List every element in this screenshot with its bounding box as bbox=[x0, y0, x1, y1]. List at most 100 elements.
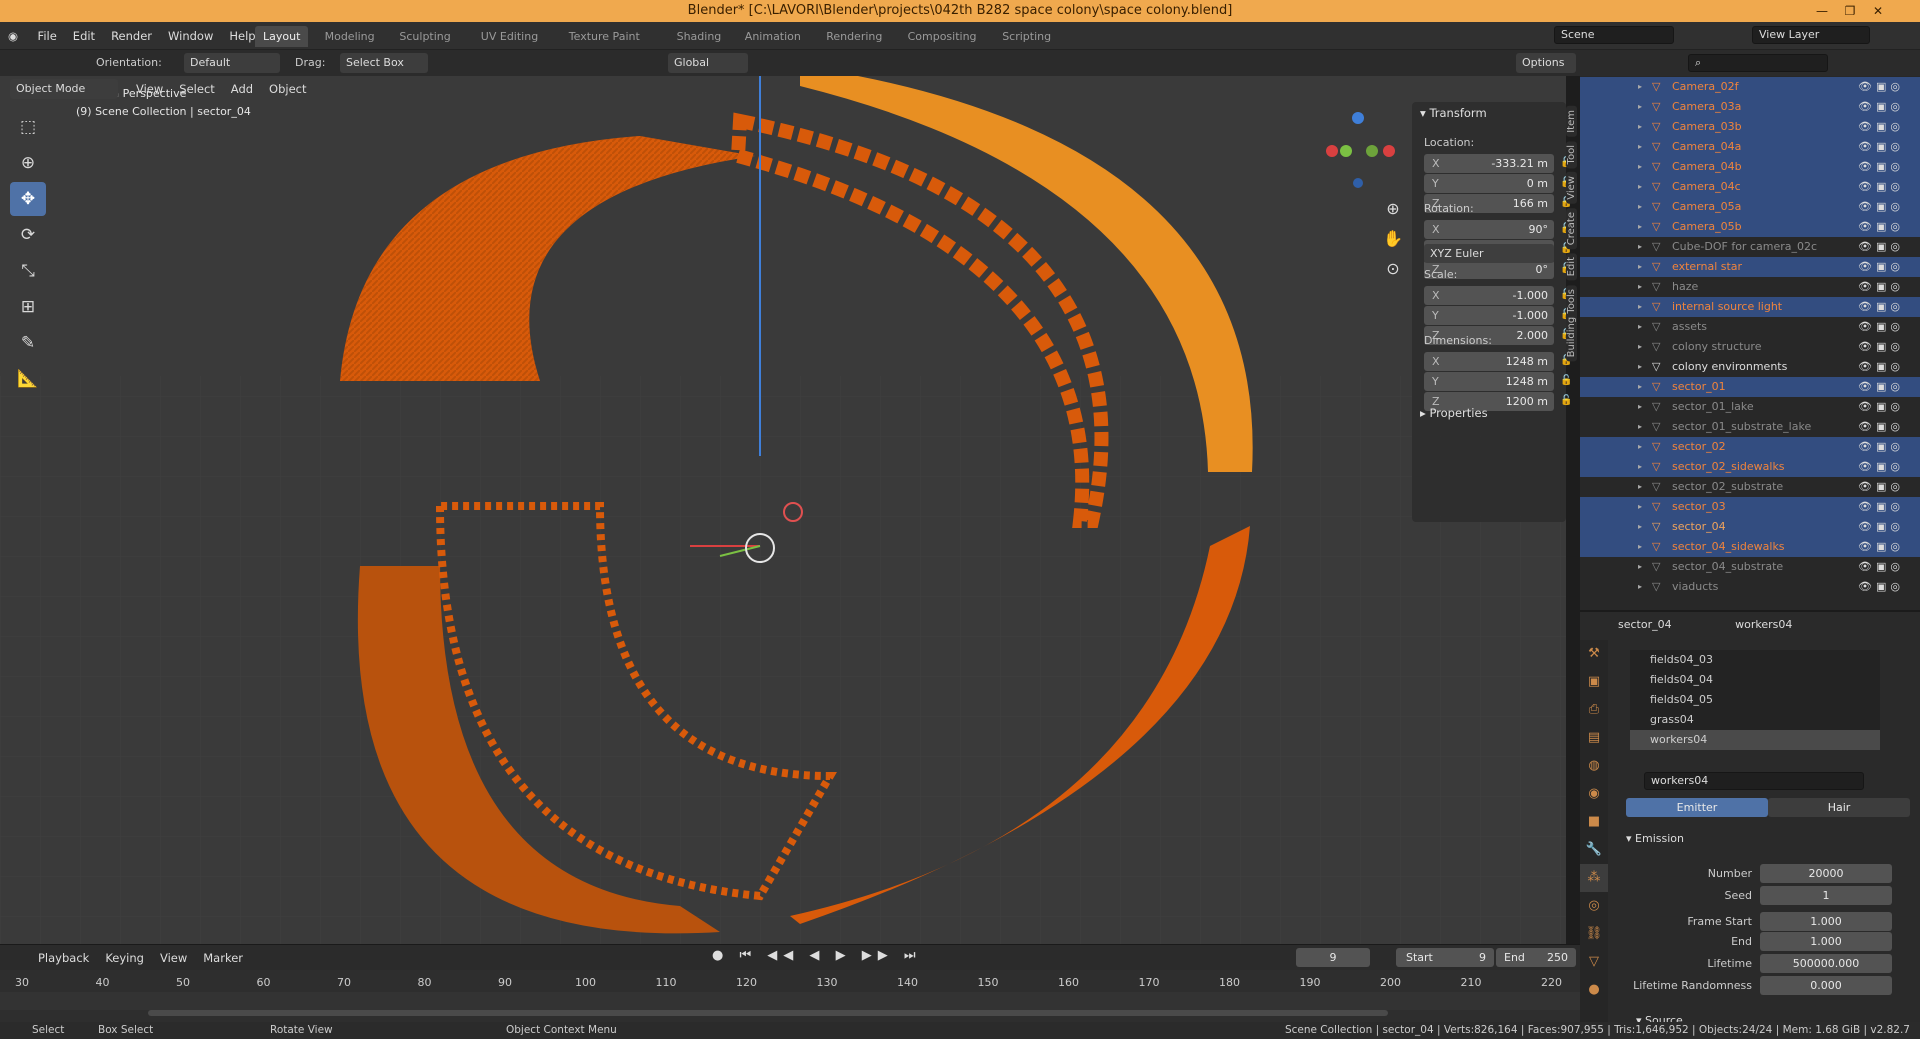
sidebar-tab-tool[interactable]: Tool bbox=[1566, 140, 1577, 169]
visibility-icons[interactable]: 👁▣◎ bbox=[1858, 97, 1904, 117]
visibility-icons[interactable]: 👁▣◎ bbox=[1858, 537, 1904, 557]
viewport-menu-view[interactable]: View bbox=[128, 79, 171, 99]
tab-modeling[interactable]: Modeling bbox=[317, 26, 383, 47]
scale-tool-icon[interactable]: ⤡ bbox=[10, 254, 46, 288]
visibility-icons[interactable]: 👁▣◎ bbox=[1858, 517, 1904, 537]
visibility-icons[interactable]: 👁▣◎ bbox=[1858, 557, 1904, 577]
tab-texture-paint[interactable]: Texture Paint bbox=[561, 26, 648, 47]
expand-arrow-icon[interactable]: ▸ bbox=[1638, 277, 1642, 297]
3d-viewport[interactable]: Camera Perspective (9) Scene Collection … bbox=[0, 76, 1566, 944]
menu-window[interactable]: Window bbox=[160, 22, 221, 50]
view-layer-props-icon[interactable]: ▤ bbox=[1580, 724, 1608, 752]
physics-props-icon[interactable]: ◎ bbox=[1580, 892, 1608, 920]
visibility-icons[interactable]: 👁▣◎ bbox=[1858, 137, 1904, 157]
visibility-icons[interactable]: 👁▣◎ bbox=[1858, 237, 1904, 257]
prop-field[interactable]: 0.000 bbox=[1760, 976, 1892, 995]
timeline-menu-keying[interactable]: Keying bbox=[97, 948, 152, 968]
close-button[interactable]: ✕ bbox=[1864, 0, 1892, 22]
visibility-icons[interactable]: 👁▣◎ bbox=[1858, 217, 1904, 237]
expand-arrow-icon[interactable]: ▸ bbox=[1638, 397, 1642, 417]
expand-arrow-icon[interactable]: ▸ bbox=[1638, 237, 1642, 257]
loc-y-field[interactable]: Y 0 m bbox=[1424, 174, 1554, 193]
expand-arrow-icon[interactable]: ▸ bbox=[1638, 297, 1642, 317]
start-frame-field[interactable]: Start 9 bbox=[1396, 948, 1494, 967]
expand-arrow-icon[interactable]: ▸ bbox=[1638, 417, 1642, 437]
sidebar-tab-building-tools[interactable]: Building Tools bbox=[1566, 284, 1577, 361]
outliner-row[interactable]: ▸ ▽ sector_03 👁▣◎ bbox=[1580, 497, 1920, 517]
constraints-props-icon[interactable]: ⛓ bbox=[1580, 920, 1608, 948]
scene-selector[interactable]: Scene bbox=[1554, 26, 1674, 44]
visibility-icons[interactable]: 👁▣◎ bbox=[1858, 337, 1904, 357]
particle-system-item[interactable]: grass04 bbox=[1630, 710, 1880, 730]
visibility-icons[interactable]: 👁▣◎ bbox=[1858, 457, 1904, 477]
timeline-menu-marker[interactable]: Marker bbox=[195, 948, 251, 968]
outliner-row[interactable]: ▸ ▽ Camera_04b 👁▣◎ bbox=[1580, 157, 1920, 177]
outliner-row[interactable]: ▸ ▽ colony structure 👁▣◎ bbox=[1580, 337, 1920, 357]
mode-dropdown[interactable]: Object Mode bbox=[10, 79, 118, 99]
expand-arrow-icon[interactable]: ▸ bbox=[1638, 217, 1642, 237]
prop-field[interactable]: 1.000 bbox=[1760, 912, 1892, 931]
expand-arrow-icon[interactable]: ▸ bbox=[1638, 117, 1642, 137]
world-props-icon[interactable]: ◉ bbox=[1580, 780, 1608, 808]
outliner-row[interactable]: ▸ ▽ sector_04 👁▣◎ bbox=[1580, 517, 1920, 537]
zoom-icon[interactable]: ⊕ bbox=[1378, 194, 1408, 224]
outliner-row[interactable]: ▸ ▽ Camera_04a 👁▣◎ bbox=[1580, 137, 1920, 157]
tab-rendering[interactable]: Rendering bbox=[818, 26, 890, 47]
modifier-props-icon[interactable]: 🔧 bbox=[1580, 836, 1608, 864]
restore-button[interactable]: ❐ bbox=[1836, 0, 1864, 22]
viewport-menu-add[interactable]: Add bbox=[223, 79, 261, 99]
outliner-row[interactable]: ▸ ▽ internal source light 👁▣◎ bbox=[1580, 297, 1920, 317]
outliner-row[interactable]: ▸ ▽ sector_02_sidewalks 👁▣◎ bbox=[1580, 457, 1920, 477]
expand-arrow-icon[interactable]: ▸ bbox=[1638, 77, 1642, 97]
outliner-row[interactable]: ▸ ▽ Camera_03a 👁▣◎ bbox=[1580, 97, 1920, 117]
tab-compositing[interactable]: Compositing bbox=[900, 26, 985, 47]
menu-render[interactable]: Render bbox=[103, 22, 160, 50]
scale-x-field[interactable]: X -1.000 bbox=[1424, 286, 1554, 305]
expand-arrow-icon[interactable]: ▸ bbox=[1638, 137, 1642, 157]
outliner-row[interactable]: ▸ ▽ assets 👁▣◎ bbox=[1580, 317, 1920, 337]
viewport-menu-select[interactable]: Select bbox=[171, 79, 222, 99]
data-props-icon[interactable]: ▽ bbox=[1580, 948, 1608, 976]
visibility-icons[interactable]: 👁▣◎ bbox=[1858, 577, 1904, 597]
playback-controls[interactable]: ● ⏮ ◀◀ ◀ ▶ ▶▶ ⏭ bbox=[712, 948, 922, 963]
outliner-row[interactable]: ▸ ▽ sector_01 👁▣◎ bbox=[1580, 377, 1920, 397]
outliner-row[interactable]: ▸ ▽ sector_02 👁▣◎ bbox=[1580, 437, 1920, 457]
visibility-icons[interactable]: 👁▣◎ bbox=[1858, 257, 1904, 277]
measure-tool-icon[interactable]: 📐 bbox=[10, 362, 46, 396]
outliner-search-input[interactable]: ⌕ bbox=[1688, 54, 1828, 72]
tab-scripting[interactable]: Scripting bbox=[994, 26, 1059, 47]
move-tool-icon[interactable]: ✥ bbox=[10, 182, 46, 216]
expand-arrow-icon[interactable]: ▸ bbox=[1638, 317, 1642, 337]
prop-field[interactable]: 1.000 bbox=[1760, 932, 1892, 951]
current-frame-field[interactable]: 9 bbox=[1296, 948, 1370, 967]
properties-panel-header[interactable]: ▸ Properties bbox=[1412, 402, 1488, 424]
visibility-icons[interactable]: 👁▣◎ bbox=[1858, 417, 1904, 437]
particles-props-icon[interactable]: ⁂ bbox=[1580, 864, 1608, 892]
transform-orientation-dropdown[interactable]: Global bbox=[668, 53, 748, 73]
dim-x-field[interactable]: X 1248 m bbox=[1424, 352, 1554, 371]
expand-arrow-icon[interactable]: ▸ bbox=[1638, 477, 1642, 497]
sidebar-tab-edit[interactable]: Edit bbox=[1566, 253, 1577, 281]
emission-panel-header[interactable]: ▾ Emission bbox=[1626, 832, 1684, 845]
select-box-tool-icon[interactable]: ⬚ bbox=[10, 110, 46, 144]
emitter-tab[interactable]: Emitter bbox=[1626, 798, 1768, 817]
outliner-row[interactable]: ▸ ▽ Camera_03b 👁▣◎ bbox=[1580, 117, 1920, 137]
particle-system-item[interactable]: workers04 bbox=[1630, 730, 1880, 750]
outliner-row[interactable]: ▸ ▽ sector_04_sidewalks 👁▣◎ bbox=[1580, 537, 1920, 557]
expand-arrow-icon[interactable]: ▸ bbox=[1638, 497, 1642, 517]
outliner-row[interactable]: ▸ ▽ Cube-DOF for camera_02c 👁▣◎ bbox=[1580, 237, 1920, 257]
expand-arrow-icon[interactable]: ▸ bbox=[1638, 577, 1642, 597]
tab-shading[interactable]: Shading bbox=[669, 26, 730, 47]
minimize-button[interactable]: — bbox=[1808, 0, 1836, 22]
expand-arrow-icon[interactable]: ▸ bbox=[1638, 97, 1642, 117]
rotate-tool-icon[interactable]: ⟳ bbox=[10, 218, 46, 252]
orientation-dropdown[interactable]: Default bbox=[184, 53, 280, 73]
particle-system-item[interactable]: fields04_04 bbox=[1630, 670, 1880, 690]
particle-system-item[interactable]: fields04_05 bbox=[1630, 690, 1880, 710]
visibility-icons[interactable]: 👁▣◎ bbox=[1858, 177, 1904, 197]
expand-arrow-icon[interactable]: ▸ bbox=[1638, 197, 1642, 217]
transform-panel-header[interactable]: ▾ Transform bbox=[1412, 102, 1566, 124]
object-props-icon[interactable]: ■ bbox=[1580, 808, 1608, 836]
visibility-icons[interactable]: 👁▣◎ bbox=[1858, 397, 1904, 417]
outliner-row[interactable]: ▸ ▽ Camera_02f 👁▣◎ bbox=[1580, 77, 1920, 97]
